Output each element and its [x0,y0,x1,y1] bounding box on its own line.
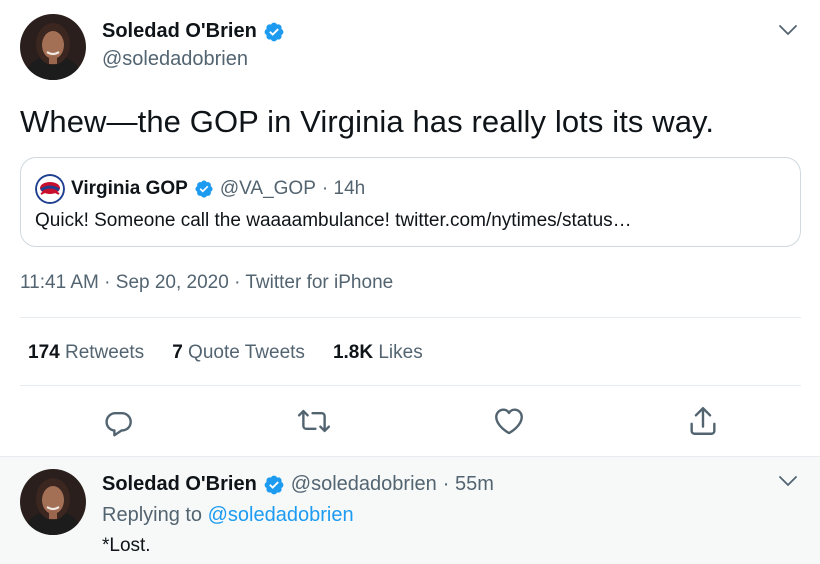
chevron-down-icon[interactable] [776,469,800,493]
retweets-stat[interactable]: 174 Retweets [28,342,144,364]
chevron-down-icon[interactable] [776,18,800,42]
tweet-date[interactable]: Sep 20, 2020 [116,272,229,293]
likes-stat[interactable]: 1.8K Likes [333,342,423,364]
quote-tweets-stat[interactable]: 7 Quote Tweets [172,342,305,364]
likes-label: Likes [378,342,423,363]
reply-icon[interactable] [102,404,136,438]
reply-author-avatar[interactable] [20,469,86,535]
tweet-stats: 174 Retweets 7 Quote Tweets 1.8K Likes [28,342,423,364]
verified-badge-icon [264,22,284,41]
reply-time: · 55m [442,473,494,495]
quoted-author-handle[interactable]: @VA_GOP [220,178,316,200]
quote-tweets-label: Quote Tweets [188,342,305,363]
author-avatar[interactable] [20,14,86,80]
tweet-source[interactable]: Twitter for iPhone [245,272,393,293]
tweet-meta: 11:41 AM · Sep 20, 2020 · Twitter for iP… [20,272,393,294]
author-name[interactable]: Soledad O'Brien [102,20,285,43]
quoted-avatar[interactable] [35,174,65,204]
quote-tweets-count: 7 [172,342,183,363]
reply-header: Soledad O'Brien @soledadobrien · 55m [102,473,494,496]
meta-separator: · [104,272,111,293]
quoted-tweet-header: Virginia GOP @VA_GOP · 14h [35,174,365,204]
meta-separator: · [234,272,241,293]
share-icon[interactable] [686,404,720,438]
reply-author-name[interactable]: Soledad O'Brien [102,473,257,496]
retweet-icon[interactable] [297,404,331,438]
author-handle[interactable]: @soledadobrien [102,48,248,71]
tweet-time[interactable]: 11:41 AM [20,272,99,293]
quoted-tweet-text: Quick! Someone call the waaaambulance! t… [35,210,632,231]
tweet-text: Whew—the GOP in Virginia has really lots… [20,104,715,139]
reply-tweet[interactable]: Soledad O'Brien @soledadobrien · 55m Rep… [0,456,820,564]
tweet-actions [0,400,820,444]
retweets-count: 174 [28,342,60,363]
reply-author-handle[interactable]: @soledadobrien [291,473,437,496]
retweets-label: Retweets [64,342,145,363]
main-tweet: Soledad O'Brien @soledadobrien Whew—the … [0,0,820,456]
like-icon[interactable] [492,404,526,438]
reply-text: *Lost. [102,535,151,556]
replying-to-prefix: Replying to [102,504,203,526]
replying-to-mention[interactable]: @soledadobrien [208,504,354,526]
likes-count: 1.8K [332,342,374,363]
quoted-tweet[interactable]: Virginia GOP @VA_GOP · 14h Quick! Someon… [20,157,801,247]
verified-badge-icon [195,180,213,198]
author-name-text: Soledad O'Brien [102,20,257,42]
verified-badge-icon [264,475,284,494]
divider [20,317,801,318]
quoted-author-name[interactable]: Virginia GOP [71,178,188,200]
divider [20,385,801,386]
quoted-time: · 14h [321,178,366,199]
replying-to: Replying to @soledadobrien [102,504,354,527]
